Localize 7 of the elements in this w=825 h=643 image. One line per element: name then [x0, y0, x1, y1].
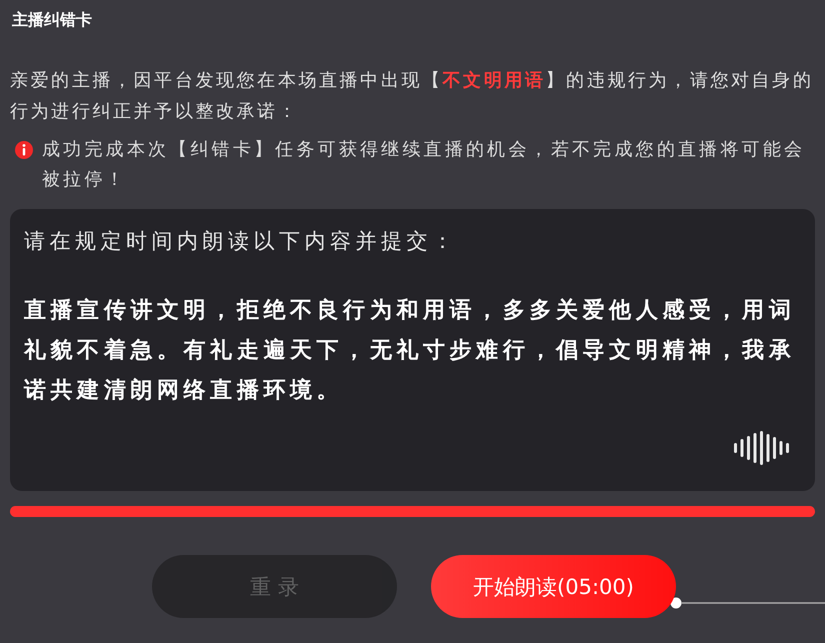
instruction-text: 请在规定时间内朗读以下内容并提交：	[24, 228, 458, 255]
page-title: 主播纠错卡	[11, 10, 93, 31]
info-icon	[14, 140, 34, 160]
intro-text: 亲爱的主播，因平台发现您在本场直播中出现【不文明用语】的违规行为，请您对自身的行为进行纠正并予以整改承诺：	[10, 69, 814, 124]
notice-text: 成功完成本次【纠错卡】任务可获得继续直播的机会，若不完成您的直播将可能会被拉停！	[42, 138, 806, 192]
passage-text: 直播宣传讲文明，拒绝不良行为和用语，多多关爱他人感受，用词礼貌不着急。有礼走遍天下，无礼寸步难行，倡导文明精神，我承诺共建清朗网络直播环境。	[24, 296, 796, 405]
start-reading-button[interactable]: 开始朗读(05:00)	[431, 555, 676, 618]
